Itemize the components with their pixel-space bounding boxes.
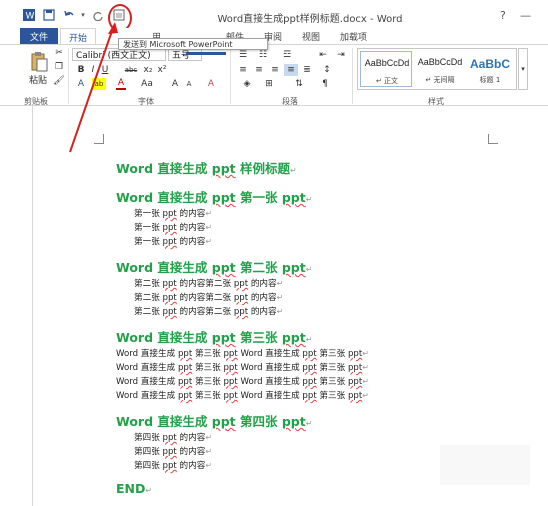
word-window: W ▾ Word直接生成ppt样例标题.docx - Word ? — 用 邮件… <box>0 0 548 506</box>
annotation-arrow <box>69 22 118 153</box>
